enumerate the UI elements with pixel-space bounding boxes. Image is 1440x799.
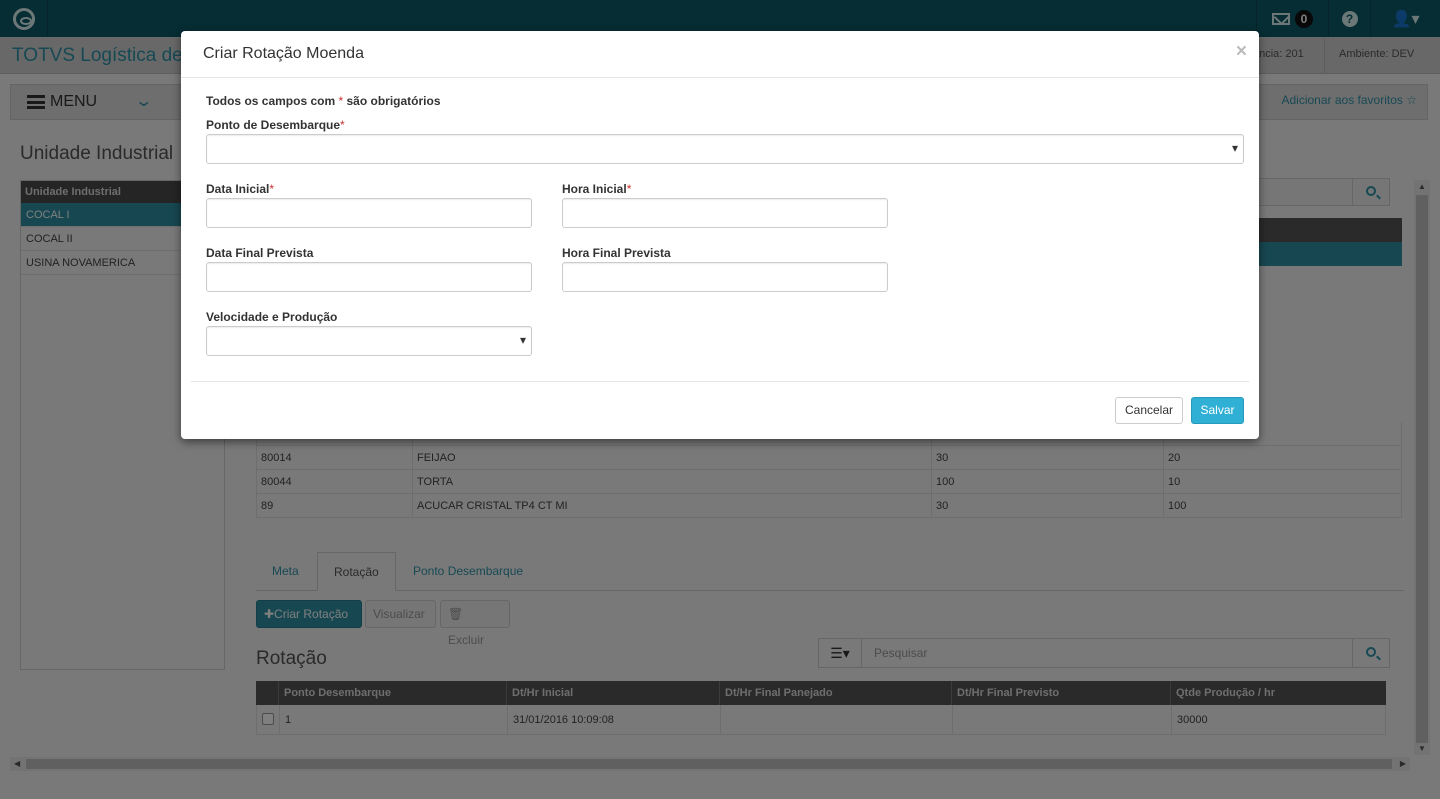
field-label-text: Ponto de Desembarque — [206, 118, 341, 132]
required-note-text: Todos os campos com — [206, 94, 339, 108]
data-inicial-label: Data Inicial* — [206, 182, 274, 196]
required-star: * — [269, 182, 275, 196]
ponto-desembarque-select[interactable] — [206, 134, 1244, 164]
hora-final-input[interactable] — [562, 262, 888, 292]
required-star: * — [340, 118, 345, 132]
hora-inicial-input[interactable] — [562, 198, 888, 228]
close-icon[interactable]: × — [1236, 41, 1247, 63]
dialog-footer-divider — [191, 381, 1249, 382]
hora-inicial-label: Hora Inicial* — [562, 182, 631, 196]
velocidade-label: Velocidade e Produção — [206, 310, 338, 324]
cancel-button[interactable]: Cancelar — [1115, 397, 1183, 424]
dialog-title: Criar Rotação Moenda — [203, 45, 364, 62]
create-rotation-dialog: Criar Rotação Moenda × Todos os campos c… — [181, 31, 1259, 439]
dialog-header: Criar Rotação Moenda × — [181, 31, 1259, 78]
ponto-label: Ponto de Desembarque* — [206, 118, 345, 132]
required-star: * — [626, 182, 632, 196]
field-label-text: Data Inicial — [206, 182, 270, 196]
data-final-input[interactable] — [206, 262, 532, 292]
save-button[interactable]: Salvar — [1191, 397, 1244, 424]
data-final-label: Data Final Prevista — [206, 246, 314, 260]
required-note-text: são obrigatórios — [343, 94, 441, 108]
field-label-text: Hora Inicial — [562, 182, 627, 196]
data-inicial-input[interactable] — [206, 198, 532, 228]
velocidade-select[interactable] — [206, 326, 532, 356]
required-fields-note: Todos os campos com * são obrigatórios — [206, 94, 441, 108]
hora-final-label: Hora Final Prevista — [562, 246, 671, 260]
